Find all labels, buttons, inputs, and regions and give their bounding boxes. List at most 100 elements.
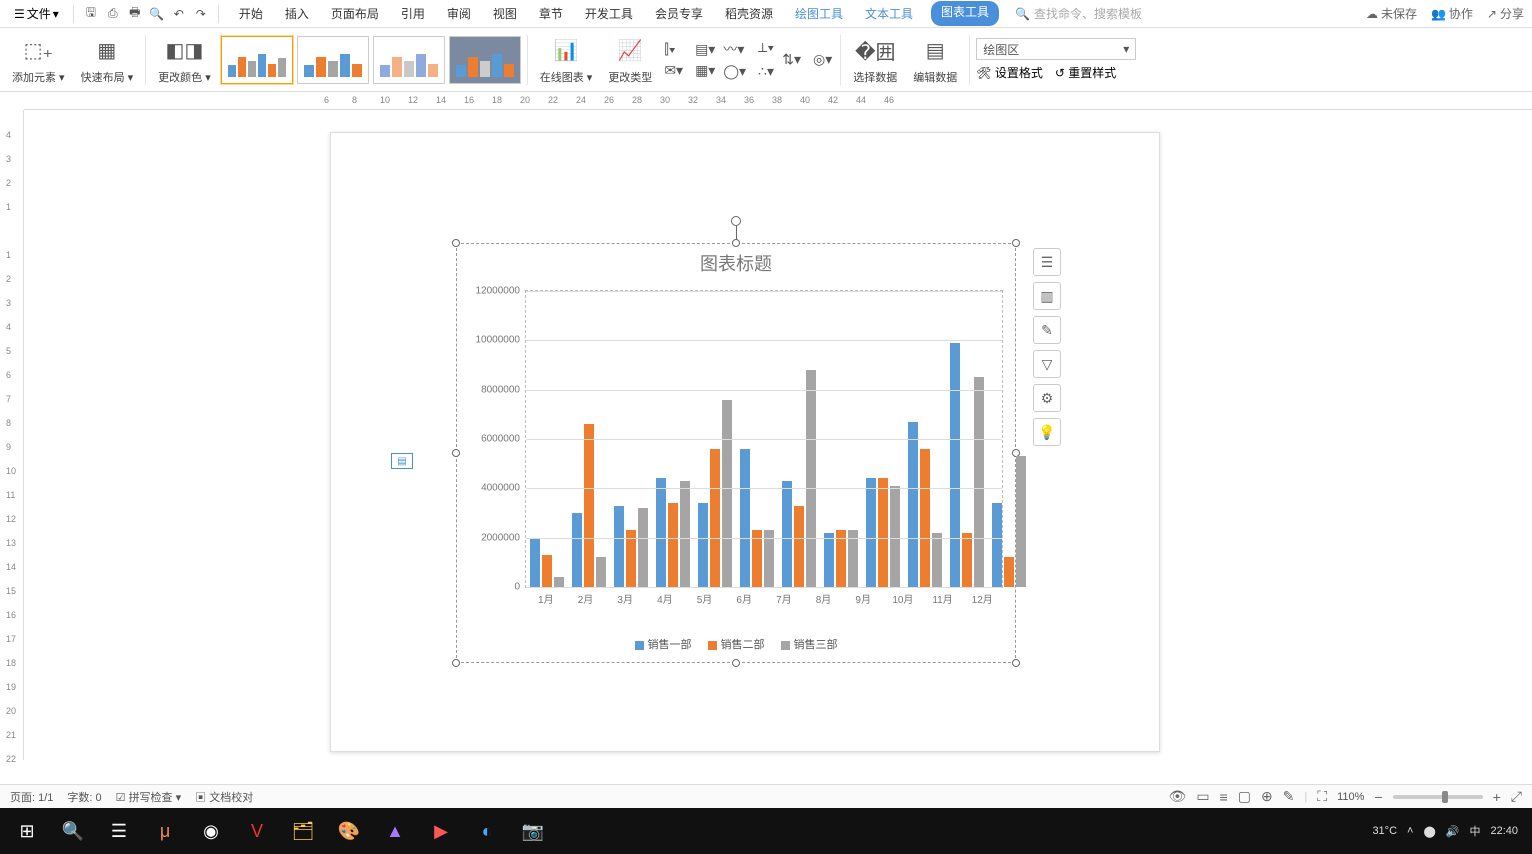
opt-grid-icon[interactable]: ▦▾ [693,61,717,80]
bar[interactable] [950,343,960,587]
tray-time[interactable]: 22:40 [1490,825,1518,837]
view-page-icon[interactable]: ▭ [1196,788,1209,805]
legend-item[interactable]: 销售一部 [635,636,692,652]
bar[interactable] [680,481,690,587]
command-search[interactable]: 🔍 查找命令、搜索模板 [1015,5,1142,22]
explorer-icon[interactable]: 🗂 [280,811,326,851]
zoom-slider[interactable] [1393,795,1483,799]
tab-view[interactable]: 视图 [489,1,521,26]
system-tray[interactable]: 31°C ˄ ⬤ 🔊 中 22:40 [1372,823,1528,839]
proofread-button[interactable]: ▣ 文档校对 [195,789,253,805]
tab-docer[interactable]: 稻壳资源 [721,1,777,26]
search-icon[interactable]: 🔍 [50,811,96,851]
bar[interactable] [794,506,804,587]
tray-ime[interactable]: 中 [1469,823,1480,839]
bar[interactable] [764,530,774,587]
bar[interactable] [554,577,564,587]
undo-icon[interactable]: ↶ [170,5,188,23]
bar[interactable] [806,370,816,587]
preview-icon[interactable]: 🔍 [148,5,166,23]
bar[interactable] [878,478,888,587]
bar[interactable] [932,533,942,587]
tab-draw-tools[interactable]: 绘图工具 [791,1,847,26]
chart-styles-icon[interactable]: ▥ [1033,282,1061,310]
opt-updown-icon[interactable]: ⇅▾ [780,50,803,69]
bar[interactable] [584,424,594,587]
resize-handle[interactable] [732,659,740,667]
bar[interactable] [1004,557,1014,587]
app5-icon[interactable]: ▶ [418,811,464,851]
tab-section[interactable]: 章节 [535,1,567,26]
legend-item[interactable]: 销售三部 [781,636,838,652]
tab-vip[interactable]: 会员专享 [651,1,707,26]
quick-layout[interactable]: ▦快速布局 ▾ [75,35,140,85]
tab-layout[interactable]: 页面布局 [327,1,383,26]
bar[interactable] [836,530,846,587]
change-type[interactable]: 📈更改类型 [602,35,658,85]
opt-env-icon[interactable]: ✉▾ [662,61,685,80]
resize-handle[interactable] [452,449,460,457]
tab-insert[interactable]: 插入 [281,1,313,26]
edit-data[interactable]: ▤编辑数据 [907,35,963,85]
tab-start[interactable]: 开始 [235,1,267,26]
spellcheck-toggle[interactable]: ☑ 拼写检查 ▾ [116,789,182,805]
rotate-handle[interactable] [731,216,741,226]
app6-icon[interactable]: ◐ [464,811,510,851]
chrome-icon[interactable]: ◉ [188,811,234,851]
opt-error-icon[interactable]: ⟂▾ [756,38,776,60]
plot-area[interactable]: 1月2月3月4月5月6月7月8月9月10月11月12月 020000004000… [525,290,1003,588]
bar[interactable] [740,449,750,587]
bar[interactable] [722,400,732,587]
bar[interactable] [992,503,1002,587]
bar[interactable] [782,481,792,587]
chart-title[interactable]: 图表标题 [457,244,1015,276]
bar[interactable] [626,530,636,587]
tab-dev[interactable]: 开发工具 [581,1,637,26]
tab-review[interactable]: 审阅 [443,1,475,26]
print-icon[interactable]: 🖶 [126,5,144,23]
reset-style-button[interactable]: ↺ 重置样式 [1055,64,1116,81]
file-menu[interactable]: ☰ 文件 ▾ [8,3,65,24]
bar[interactable] [542,555,552,587]
bar[interactable] [908,422,918,587]
resize-handle[interactable] [1012,239,1020,247]
chart-object[interactable]: 图表标题 1月2月3月4月5月6月7月8月9月10月11月12月 0200000… [456,243,1016,663]
chart-style-3[interactable] [373,36,445,84]
bar[interactable] [866,478,876,587]
resize-handle[interactable] [1012,659,1020,667]
opt-circle-icon[interactable]: ◯▾ [721,62,748,81]
chart-style-1[interactable] [221,36,293,84]
app7-icon[interactable]: 📷 [510,811,556,851]
bar[interactable] [890,486,900,587]
tab-text-tools[interactable]: 文本工具 [861,1,917,26]
layout-options-icon[interactable]: ▤ [391,453,413,469]
chart-style-4[interactable] [449,36,521,84]
zoom-value[interactable]: 110% [1337,791,1364,803]
tray-sound-icon[interactable]: 🔊 [1446,825,1460,838]
bar[interactable] [656,478,666,587]
tab-ref[interactable]: 引用 [397,1,429,26]
app4-icon[interactable]: ▲ [372,811,418,851]
online-chart[interactable]: 📊在线图表 ▾ [534,35,599,85]
output-icon[interactable]: ⎙ [104,5,122,23]
select-data[interactable]: �囲选择数据 [847,35,903,85]
eye-icon[interactable]: 👁 [1169,788,1187,805]
opt-target-icon[interactable]: ◎▾ [811,50,834,69]
view-web-icon[interactable]: ⊕ [1261,788,1273,805]
tray-up-icon[interactable]: ˄ [1407,825,1413,837]
chart-settings-icon[interactable]: ⚙ [1033,384,1061,412]
bar[interactable] [752,530,762,587]
horizontal-ruler[interactable]: 6810121416182022242628303234363840424446 [24,92,1532,110]
view-read-icon[interactable]: ▢ [1238,788,1251,805]
bar[interactable] [668,503,678,587]
tab-chart-tools[interactable]: 图表工具 [931,1,999,26]
chart-edit-icon[interactable]: ✎ [1033,316,1061,344]
unsaved-indicator[interactable]: ☁ 未保存 [1366,5,1417,22]
word-count[interactable]: 字数: 0 [67,789,101,805]
bar[interactable] [614,506,624,587]
save-icon[interactable]: 🖫 [82,5,100,23]
add-element[interactable]: ⬚₊添加元素 ▾ [6,35,71,85]
resize-handle[interactable] [452,239,460,247]
view-note-icon[interactable]: ✎ [1283,788,1295,805]
bar[interactable] [572,513,582,587]
